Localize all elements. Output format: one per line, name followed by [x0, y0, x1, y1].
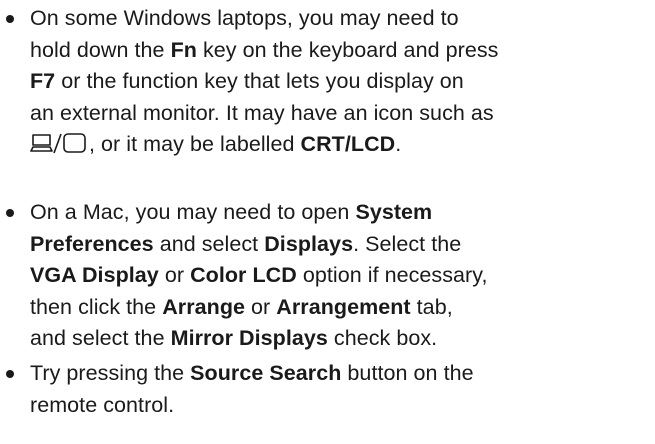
bold-term: Arrangement	[276, 294, 411, 319]
text-segment: Try pressing the	[30, 361, 191, 385]
text-segment: On a Mac, you may need to open	[30, 200, 356, 224]
text-line: F7 or the function key that lets you dis…	[30, 66, 655, 98]
bold-term: Displays	[264, 231, 354, 256]
text-line: an external monitor. It may have an icon…	[30, 98, 655, 130]
text-line: Try pressing the Source Search button on…	[30, 358, 655, 390]
text-segment: hold down the	[30, 37, 171, 62]
text-line: Preferences and select Displays. Select …	[30, 229, 655, 261]
bold-term: Color LCD	[190, 263, 297, 287]
list-item: On a Mac, you may need to open System Pre…	[0, 197, 655, 355]
bold-term: CRT/LCD	[300, 132, 396, 156]
bullet-dot	[6, 370, 14, 378]
list-item-text: Try pressing the Source Search button on…	[30, 358, 655, 421]
text-line: On some Windows laptops, you may need to	[30, 3, 655, 35]
text-segment: check box.	[327, 326, 438, 350]
list-item-text: On a Mac, you may need to open System Pre…	[30, 197, 655, 355]
text-segment: an external monitor. It may have an icon…	[30, 100, 494, 125]
text-line: On a Mac, you may need to open System	[30, 197, 655, 229]
list-item: Try pressing the Source Search button on…	[0, 358, 655, 421]
bold-term: Arrange	[162, 294, 246, 319]
bold-term: Source Search	[190, 361, 342, 385]
list-item-text: On some Windows laptops, you may need to…	[30, 3, 655, 161]
text-segment: or	[158, 263, 191, 287]
bullet-dot	[6, 15, 14, 23]
text-segment: button on the	[341, 361, 474, 385]
bold-term: System	[355, 200, 433, 224]
text-segment: On some Windows laptops, you may need to	[30, 6, 459, 30]
text-segment: option if necessary,	[296, 263, 488, 287]
text-segment: .	[395, 132, 402, 156]
bold-term: Preferences	[30, 231, 154, 256]
text-segment: key on the keyboard and press	[196, 37, 499, 62]
text-line: , or it may be labelled CRT/LCD.	[30, 129, 655, 161]
text-segment: remote control.	[30, 392, 175, 417]
text-segment: then click the	[30, 294, 163, 319]
text-line: VGA Display or Color LCD option if neces…	[30, 260, 655, 292]
text-segment: . Select the	[353, 231, 462, 256]
text-segment: and select the	[30, 326, 171, 350]
list-item: On some Windows laptops, you may need to…	[0, 3, 655, 161]
text-segment: or the function key that lets you displa…	[55, 69, 464, 93]
text-segment: or	[245, 294, 277, 319]
bold-term: F7	[30, 69, 56, 93]
bold-term: VGA Display	[30, 263, 159, 287]
text-line: hold down the Fn key on the keyboard and…	[30, 35, 655, 67]
laptop-monitor-icon	[30, 133, 86, 154]
bold-term: Fn	[170, 37, 197, 62]
text-line: and select the Mirror Displays check box…	[30, 323, 655, 355]
text-segment: and select	[153, 231, 265, 256]
text-segment: , or it may be labelled	[89, 132, 301, 156]
text-line: then click the Arrange or Arrangement ta…	[30, 292, 655, 324]
text-segment: tab,	[410, 294, 453, 319]
text-line: remote control.	[30, 390, 655, 422]
bold-term: Mirror Displays	[170, 326, 328, 350]
bullet-dot	[6, 209, 14, 217]
